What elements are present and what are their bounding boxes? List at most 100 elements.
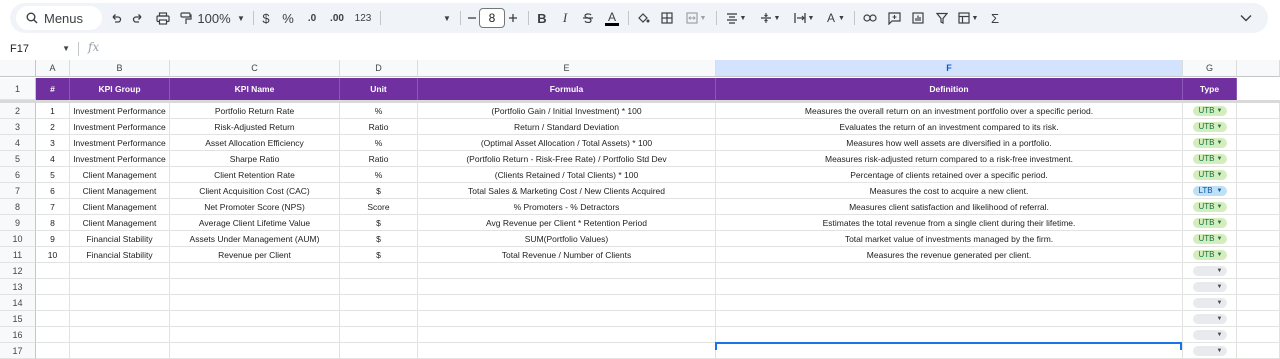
type-dropdown-chip[interactable]: LTB ▼ [1192, 185, 1227, 196]
cell-a2[interactable]: 1 [36, 103, 70, 119]
cell-c3[interactable]: Risk-Adjusted Return [170, 119, 340, 135]
borders-icon[interactable] [658, 3, 676, 33]
cell-g15[interactable]: ▼ [1183, 311, 1237, 327]
cell-b9[interactable]: Client Management [70, 215, 170, 231]
cell-e17[interactable] [418, 343, 716, 359]
cell-g4[interactable]: UTB ▼ [1183, 135, 1237, 151]
cell-b7[interactable]: Client Management [70, 183, 170, 199]
cell-a11[interactable]: 10 [36, 247, 70, 263]
cell-e2[interactable]: (Portfolio Gain / Initial Investment) * … [418, 103, 716, 119]
print-icon[interactable] [152, 3, 174, 33]
cell-d11[interactable]: $ [340, 247, 418, 263]
halign-icon[interactable]: ▼ [722, 3, 750, 33]
type-dropdown-chip[interactable]: ▼ [1192, 313, 1227, 324]
cell-g9[interactable]: UTB ▼ [1183, 215, 1237, 231]
cell-a8[interactable]: 7 [36, 199, 70, 215]
header-cell-d[interactable]: Unit [340, 78, 418, 100]
cell-g2[interactable]: UTB ▼ [1183, 103, 1237, 119]
percent-button[interactable]: % [280, 3, 296, 33]
column-header-c[interactable]: C [170, 60, 340, 77]
italic-button[interactable]: I [557, 3, 573, 33]
number-format-button[interactable]: 123 [352, 3, 374, 33]
column-header-a[interactable]: A [36, 60, 70, 77]
cell-e4[interactable]: (Optimal Asset Allocation / Total Assets… [418, 135, 716, 151]
type-dropdown-chip[interactable]: UTB ▼ [1192, 217, 1227, 228]
cell-g6[interactable]: UTB ▼ [1183, 167, 1237, 183]
cell-e16[interactable] [418, 327, 716, 343]
cell-g13[interactable]: ▼ [1183, 279, 1237, 295]
minus-icon[interactable] [466, 3, 478, 33]
fill-color-icon[interactable] [634, 3, 652, 33]
cell-a6[interactable]: 5 [36, 167, 70, 183]
table-view-icon[interactable]: ▼ [954, 3, 982, 33]
cell-c16[interactable] [170, 327, 340, 343]
cell-e10[interactable]: SUM(Portfolio Values) [418, 231, 716, 247]
cell-f4[interactable]: Measures how well assets are diversified… [716, 135, 1183, 151]
type-dropdown-chip[interactable]: ▼ [1192, 345, 1227, 356]
decrease-decimal-button[interactable]: .0 [302, 3, 322, 33]
cell-g8[interactable]: UTB ▼ [1183, 199, 1237, 215]
cell-f8[interactable]: Measures client satisfaction and likelih… [716, 199, 1183, 215]
cell-d17[interactable] [340, 343, 418, 359]
cell-c13[interactable] [170, 279, 340, 295]
column-header-g[interactable]: G [1183, 60, 1237, 77]
cell-f13[interactable] [716, 279, 1183, 295]
chart-icon[interactable] [908, 3, 928, 33]
text-rotation-button[interactable]: A ▼ [822, 3, 850, 33]
cell-f3[interactable]: Evaluates the return of an investment co… [716, 119, 1183, 135]
cell-d15[interactable] [340, 311, 418, 327]
row-header-16[interactable]: 16 [0, 327, 36, 343]
cell-a17[interactable] [36, 343, 70, 359]
cell-b12[interactable] [70, 263, 170, 279]
type-dropdown-chip[interactable]: UTB ▼ [1192, 233, 1227, 244]
cell-b15[interactable] [70, 311, 170, 327]
spreadsheet-grid[interactable]: A B C D E F G 1 # KPI Group KPI Name Unit Formula Def… [0, 60, 1280, 359]
cell-c14[interactable] [170, 295, 340, 311]
row-header-13[interactable]: 13 [0, 279, 36, 295]
cell-a4[interactable]: 3 [36, 135, 70, 151]
cell-b16[interactable] [70, 327, 170, 343]
cell-d14[interactable] [340, 295, 418, 311]
link-icon[interactable] [860, 3, 880, 33]
cell-a12[interactable] [36, 263, 70, 279]
chevron-down-icon[interactable]: ▼ [440, 3, 454, 33]
strikethrough-icon[interactable] [580, 3, 596, 33]
cell-d5[interactable]: Ratio [340, 151, 418, 167]
cell-b4[interactable]: Investment Performance [70, 135, 170, 151]
cell-d4[interactable]: % [340, 135, 418, 151]
cell-a10[interactable]: 9 [36, 231, 70, 247]
type-dropdown-chip[interactable]: UTB ▼ [1192, 137, 1227, 148]
header-cell-b[interactable]: KPI Group [70, 78, 170, 100]
row-header-10[interactable]: 10 [0, 231, 36, 247]
row-header-9[interactable]: 9 [0, 215, 36, 231]
type-dropdown-chip[interactable]: ▼ [1192, 265, 1227, 276]
type-dropdown-chip[interactable]: ▼ [1192, 329, 1227, 340]
cell-e5[interactable]: (Portfolio Return - Risk-Free Rate) / Po… [418, 151, 716, 167]
cell-d2[interactable]: % [340, 103, 418, 119]
cell-g12[interactable]: ▼ [1183, 263, 1237, 279]
wrap-icon[interactable]: ▼ [790, 3, 818, 33]
undo-icon[interactable] [106, 3, 126, 33]
cell-a7[interactable]: 6 [36, 183, 70, 199]
cell-c11[interactable]: Revenue per Client [170, 247, 340, 263]
menus-search-button[interactable]: Menus [16, 6, 102, 30]
cell-c17[interactable] [170, 343, 340, 359]
cell-b8[interactable]: Client Management [70, 199, 170, 215]
column-header-b[interactable]: B [70, 60, 170, 77]
cell-d7[interactable]: $ [340, 183, 418, 199]
cell-d13[interactable] [340, 279, 418, 295]
cell-e13[interactable] [418, 279, 716, 295]
cell-b17[interactable] [70, 343, 170, 359]
row-header-8[interactable]: 8 [0, 199, 36, 215]
row-header-3[interactable]: 3 [0, 119, 36, 135]
cell-c15[interactable] [170, 311, 340, 327]
column-header-e[interactable]: E [418, 60, 716, 77]
name-box[interactable]: F17 ▼ [10, 41, 72, 57]
cell-d10[interactable]: $ [340, 231, 418, 247]
column-header-d[interactable]: D [340, 60, 418, 77]
text-color-button[interactable]: A [603, 3, 621, 33]
cell-d8[interactable]: Score [340, 199, 418, 215]
filter-icon[interactable] [932, 3, 952, 33]
cell-e8[interactable]: % Promoters - % Detractors [418, 199, 716, 215]
comment-icon[interactable] [884, 3, 904, 33]
